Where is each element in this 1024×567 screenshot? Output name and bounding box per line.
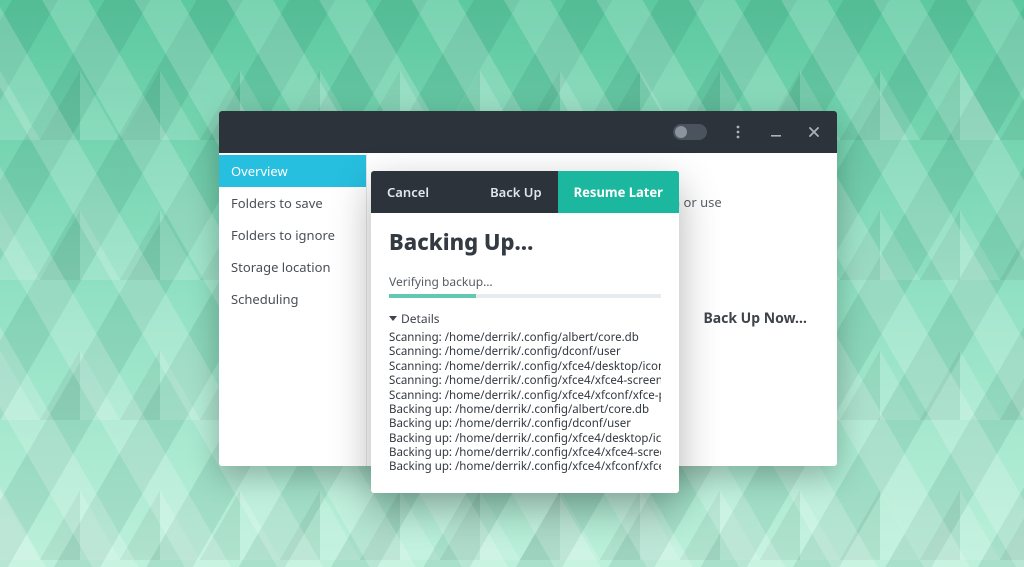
log-line: Scanning: /home/derrik/.config/xfce4/xfc… <box>389 374 661 388</box>
dialog-body: Backing Up… Verifying backup… Details Sc… <box>371 213 679 493</box>
log-line: Scanning: /home/derrik/.config/xfce4/xfc… <box>389 389 661 403</box>
log-line: Backing up: /home/derrik/.config/dconf/u… <box>389 417 661 431</box>
sidebar-item-label: Overview <box>231 162 288 180</box>
cancel-button[interactable]: Cancel <box>371 171 445 213</box>
backup-now-button[interactable]: Back Up Now… <box>703 309 807 328</box>
resume-later-label: Resume Later <box>574 183 663 201</box>
details-label: Details <box>401 310 440 327</box>
log-line: Backing up: /home/derrik/.config/xfce4/x… <box>389 460 661 474</box>
dialog-spacer <box>445 171 474 213</box>
log-line: Backing up: /home/derrik/.config/xfce4/d… <box>389 432 661 446</box>
backup-label: Back Up <box>490 183 542 201</box>
backup-dialog: Cancel Back Up Resume Later Backing Up… … <box>371 171 679 493</box>
sidebar: Overview Folders to save Folders to igno… <box>219 153 367 466</box>
sidebar-item-label: Scheduling <box>231 290 299 308</box>
log-line: Scanning: /home/derrik/.config/dconf/use… <box>389 345 661 359</box>
log-line: Backing up: /home/derrik/.config/albert/… <box>389 403 661 417</box>
sidebar-item-folders-save[interactable]: Folders to save <box>219 187 366 219</box>
dialog-header: Cancel Back Up Resume Later <box>371 171 679 213</box>
backup-button[interactable]: Back Up <box>474 171 558 213</box>
log-line: Scanning: /home/derrik/.config/albert/co… <box>389 331 661 345</box>
cancel-label: Cancel <box>387 183 429 201</box>
menu-button[interactable] <box>721 115 755 149</box>
dialog-status: Verifying backup… <box>389 273 661 290</box>
sidebar-item-folders-ignore[interactable]: Folders to ignore <box>219 219 366 251</box>
sidebar-item-label: Folders to ignore <box>231 226 335 244</box>
backup-now-label: Back Up Now… <box>703 309 807 328</box>
dialog-progress-bar <box>389 294 661 298</box>
sidebar-item-overview[interactable]: Overview <box>219 155 366 187</box>
sidebar-item-scheduling[interactable]: Scheduling <box>219 283 366 315</box>
details-log: Scanning: /home/derrik/.config/albert/co… <box>389 331 661 475</box>
minimize-button[interactable] <box>759 115 793 149</box>
log-line: Scanning: /home/derrik/.config/xfce4/des… <box>389 360 661 374</box>
dialog-title: Backing Up… <box>389 227 661 257</box>
window-titlebar <box>219 111 837 153</box>
close-button[interactable] <box>797 115 831 149</box>
sidebar-item-label: Storage location <box>231 258 331 276</box>
details-toggle[interactable]: Details <box>389 310 661 327</box>
resume-later-button[interactable]: Resume Later <box>558 171 679 213</box>
log-line: Backing up: /home/derrik/.config/xfce4/x… <box>389 446 661 460</box>
sidebar-item-storage[interactable]: Storage location <box>219 251 366 283</box>
chevron-down-icon <box>389 316 397 321</box>
sidebar-item-label: Folders to save <box>231 194 323 212</box>
auto-backup-toggle[interactable] <box>673 124 707 140</box>
